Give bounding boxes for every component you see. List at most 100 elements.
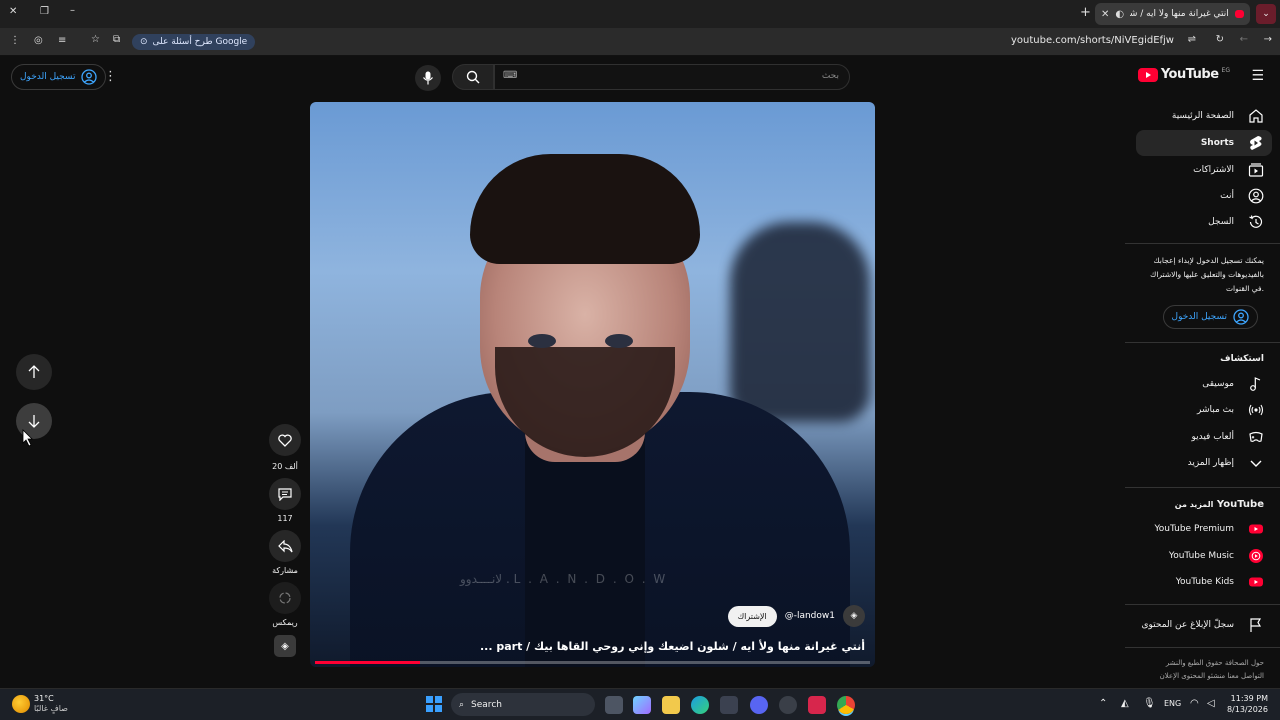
chevron-down-icon xyxy=(1250,460,1262,467)
divider xyxy=(1125,647,1280,648)
masthead-signin-button[interactable]: تسجيل الدخول xyxy=(11,64,107,90)
network-icon[interactable]: ◭ xyxy=(1121,698,1129,709)
progress-track[interactable] xyxy=(315,661,870,664)
profile-icon[interactable]: ◎ xyxy=(34,35,43,46)
heart-icon xyxy=(278,433,292,447)
collar-shape xyxy=(525,432,645,667)
copilot-icon[interactable] xyxy=(633,696,651,714)
sidebar-item-home[interactable]: الصفحة الرئيسية xyxy=(1136,103,1272,129)
likes-count: 20 ألف xyxy=(272,462,298,471)
signin-prompt: يمكنك تسجيل الدخول لإبداء إعجابك بالفيدي… xyxy=(1139,254,1264,296)
close-tab-icon[interactable]: ✕ xyxy=(1101,9,1109,20)
ask-google-button[interactable]: ⊙ طرح أسئلة على Google xyxy=(132,34,256,50)
search-placeholder: بحث xyxy=(821,71,839,81)
edge-icon[interactable] xyxy=(691,696,709,714)
sidebar-item-youtube-premium[interactable]: YouTube Premium xyxy=(1136,516,1272,542)
restore-window-icon[interactable]: ❐ xyxy=(40,6,49,17)
microphone-icon[interactable]: 🎙 xyxy=(1143,698,1156,709)
clock-date: 8/13/2026 xyxy=(1226,705,1268,714)
sound-thumbnail[interactable]: ◈ xyxy=(274,635,296,657)
minimize-window-icon[interactable]: – xyxy=(70,5,75,16)
site-settings-icon[interactable]: ⇌ xyxy=(1188,34,1196,45)
subscribe-button[interactable]: الإشتراك xyxy=(727,605,777,627)
short-video-player[interactable]: لانــــدوو . L . A . N . D . O . W الإشت… xyxy=(310,102,875,667)
video-caption[interactable]: أنتي غيرانة منها ولأ ايه / شلون اضيعك وإ… xyxy=(480,640,865,653)
sidebar-item-report-history[interactable]: سجلّ الإبلاغ عن المحتوى xyxy=(1136,612,1272,638)
weather-widget[interactable]: 31°C صافٍ غالبًا xyxy=(34,694,68,714)
sidebar-item-youtube-kids[interactable]: YouTube Kids xyxy=(1136,569,1272,595)
voice-search-button[interactable] xyxy=(415,65,441,91)
sidebar-item-subscriptions[interactable]: الاشتراكات xyxy=(1136,157,1272,183)
home-icon xyxy=(1249,109,1263,123)
comments-button[interactable] xyxy=(269,478,301,510)
footer-links[interactable]: التواصل معنا منشئو المحتوى الإعلان xyxy=(1134,670,1264,683)
weather-icon[interactable] xyxy=(12,695,30,713)
sidebar-item-music[interactable]: موسيقى xyxy=(1136,371,1272,397)
back-icon[interactable]: ← xyxy=(1240,34,1248,45)
keyboard-icon[interactable]: ⌨ xyxy=(503,70,517,81)
discord-icon[interactable] xyxy=(750,696,768,714)
cast-icon[interactable]: ⧉ xyxy=(113,34,120,45)
sidebar-item-history[interactable]: السجل xyxy=(1136,209,1272,235)
app-icon[interactable] xyxy=(808,696,826,714)
sidebar-item-label: Shorts xyxy=(1200,138,1234,148)
sidebar-item-label: ألعاب فيديو xyxy=(1191,432,1234,442)
show-hidden-icons-icon[interactable]: ⌃ xyxy=(1099,698,1107,709)
progress-fill xyxy=(315,661,421,664)
share-icon xyxy=(277,539,293,552)
more-from-brand: YouTube xyxy=(1216,499,1264,510)
youtube-favicon-icon xyxy=(1234,10,1244,18)
volume-icon[interactable]: ◁ xyxy=(1207,698,1215,709)
taskbar-search-label: Search xyxy=(471,699,502,710)
remix-icon xyxy=(279,592,291,604)
sidebar-item-shorts[interactable]: Shorts xyxy=(1136,130,1272,156)
tab-search-icon[interactable]: ⌄ xyxy=(1256,4,1276,24)
new-tab-icon[interactable]: + xyxy=(1080,5,1091,20)
url-text[interactable]: youtube.com/shorts/NiVEgidEfjw xyxy=(1011,35,1174,46)
sidebar-signin-button[interactable]: تسجيل الدخول xyxy=(1162,305,1258,329)
language-indicator[interactable]: ENG xyxy=(1164,699,1181,708)
search-input[interactable]: ⌨ بحث xyxy=(494,64,850,90)
remix-button[interactable] xyxy=(269,582,301,614)
windows-start-icon[interactable] xyxy=(426,696,442,712)
signin-prompt-line: في القنوات. xyxy=(1225,284,1264,293)
arrow-up-icon xyxy=(28,365,40,378)
sidebar-item-label: بث مباشر xyxy=(1197,405,1234,415)
music-icon xyxy=(1250,377,1261,391)
sidebar-item-you[interactable]: أنت xyxy=(1136,183,1272,209)
steam-icon[interactable] xyxy=(779,696,797,714)
browser-tab[interactable]: ✕ ◐ أنتي غيرانة منها ولأ ايه / شلو xyxy=(1095,3,1250,25)
channel-avatar[interactable]: ◈ xyxy=(843,605,865,627)
chrome-icon[interactable] xyxy=(837,696,855,714)
previous-short-button[interactable] xyxy=(16,354,52,390)
browser-tab-bar: ✕ ❐ – + ✕ ◐ أنتي غيرانة منها ولأ ايه / ش… xyxy=(0,0,1280,28)
channel-handle[interactable]: @-landow1 xyxy=(785,611,835,621)
bookmark-star-icon[interactable]: ☆ xyxy=(91,34,100,45)
divider xyxy=(1125,243,1280,244)
menu-dots-icon[interactable]: ⋮ xyxy=(10,35,20,46)
taskbar-search[interactable]: ⌕ Search xyxy=(451,693,595,716)
search-button[interactable] xyxy=(452,64,494,90)
media-controls-icon[interactable]: ≡ xyxy=(58,35,66,46)
file-explorer-icon[interactable] xyxy=(662,696,680,714)
sidebar-item-show-more[interactable]: إظهار المزيد xyxy=(1136,450,1272,476)
sidebar-item-label: YouTube Premium xyxy=(1154,524,1234,534)
store-icon[interactable] xyxy=(720,696,738,714)
footer-links[interactable]: حول الصحافة حقوق الطبع والنشر xyxy=(1134,657,1264,670)
sidebar-item-label: السجل xyxy=(1208,217,1234,227)
forward-icon[interactable]: → xyxy=(1264,34,1272,45)
account-circle-icon xyxy=(1233,309,1249,325)
share-button[interactable] xyxy=(269,530,301,562)
close-window-icon[interactable]: ✕ xyxy=(9,6,17,17)
arrow-down-icon xyxy=(28,415,40,428)
task-view-icon[interactable] xyxy=(605,696,623,714)
like-button[interactable] xyxy=(269,424,301,456)
sidebar-item-live[interactable]: بث مباشر xyxy=(1136,397,1272,423)
wifi-icon[interactable]: ◠ xyxy=(1190,698,1199,709)
sidebar-item-gaming[interactable]: ألعاب فيديو xyxy=(1136,424,1272,450)
reload-icon[interactable]: ↻ xyxy=(1216,34,1224,45)
settings-dots-icon[interactable]: ⋮ xyxy=(104,69,117,84)
clock[interactable]: 11:39 PM 8/13/2026 xyxy=(1227,693,1268,715)
microphone-icon xyxy=(423,71,433,85)
sidebar-item-youtube-music[interactable]: YouTube Music xyxy=(1136,543,1272,569)
